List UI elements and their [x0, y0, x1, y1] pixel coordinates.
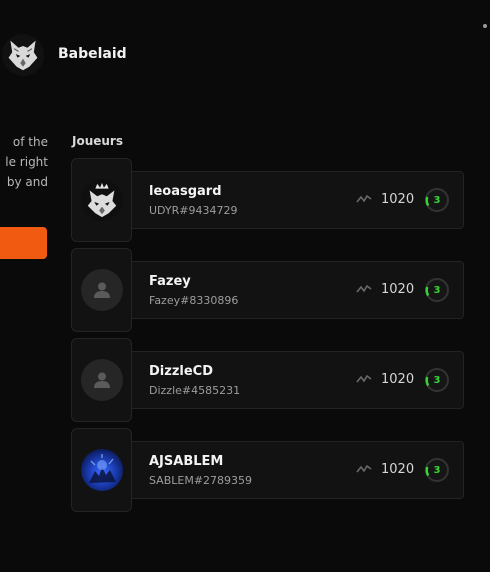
player-tag: UDYR#9434729	[149, 204, 238, 217]
player-row[interactable]: Fazey Fazey#8330896 1020 3	[71, 248, 464, 332]
menu-dot-icon[interactable]	[483, 24, 487, 28]
player-name[interactable]: Fazey	[149, 274, 191, 289]
player-tag: SABLEM#2789359	[149, 474, 253, 487]
skill-level-number: 3	[433, 194, 441, 206]
trend-icon	[356, 464, 372, 473]
wolf-king-avatar-icon	[80, 179, 123, 221]
player-elo: 1020	[381, 462, 415, 477]
team-page: Babelaid of the le right by and Joueurs …	[0, 0, 490, 572]
player-avatar-box[interactable]	[71, 248, 132, 332]
player-avatar-box[interactable]	[71, 158, 132, 242]
player-tag: Fazey#8330896	[149, 294, 239, 307]
trend-icon	[356, 374, 372, 383]
player-avatar-box[interactable]	[71, 338, 132, 422]
skill-level-badge: 3	[424, 187, 450, 213]
team-logo-wolf-icon[interactable]	[2, 34, 44, 76]
player-info-card: DizzleCD Dizzle#4585231 1020 3	[129, 351, 464, 409]
description-line: by and	[6, 175, 48, 189]
truncated-description: of the le right by and	[0, 132, 48, 192]
player-row[interactable]: leoasgard UDYR#9434729 1020 3	[71, 158, 464, 242]
skill-level-number: 3	[433, 464, 441, 476]
player-info-card: leoasgard UDYR#9434729 1020 3	[129, 171, 464, 229]
player-name[interactable]: leoasgard	[149, 184, 222, 199]
skill-level-badge: 3	[424, 457, 450, 483]
player-elo: 1020	[381, 282, 415, 297]
default-user-icon	[80, 269, 123, 311]
trend-icon	[356, 194, 372, 203]
user-photo-avatar	[80, 449, 123, 491]
player-tag: Dizzle#4585231	[149, 384, 241, 397]
player-row[interactable]: DizzleCD Dizzle#4585231 1020 3	[71, 338, 464, 422]
player-avatar-box[interactable]	[71, 428, 132, 512]
description-line: of the	[12, 135, 48, 149]
player-elo: 1020	[381, 192, 415, 207]
description-line: le right	[5, 155, 48, 169]
player-name[interactable]: DizzleCD	[149, 364, 213, 379]
team-name: Babelaid	[58, 46, 127, 62]
action-button[interactable]	[0, 227, 47, 259]
trend-icon	[356, 284, 372, 293]
skill-level-badge: 3	[424, 277, 450, 303]
skill-level-number: 3	[433, 284, 441, 296]
player-row[interactable]: AJSABLEM SABLEM#2789359 1020 3	[71, 428, 464, 512]
skill-level-badge: 3	[424, 367, 450, 393]
player-info-card: Fazey Fazey#8330896 1020 3	[129, 261, 464, 319]
players-section-title: Joueurs	[72, 134, 123, 148]
player-elo: 1020	[381, 372, 415, 387]
player-name[interactable]: AJSABLEM	[149, 454, 223, 469]
skill-level-number: 3	[433, 374, 441, 386]
player-info-card: AJSABLEM SABLEM#2789359 1020 3	[129, 441, 464, 499]
default-user-icon	[80, 359, 123, 401]
